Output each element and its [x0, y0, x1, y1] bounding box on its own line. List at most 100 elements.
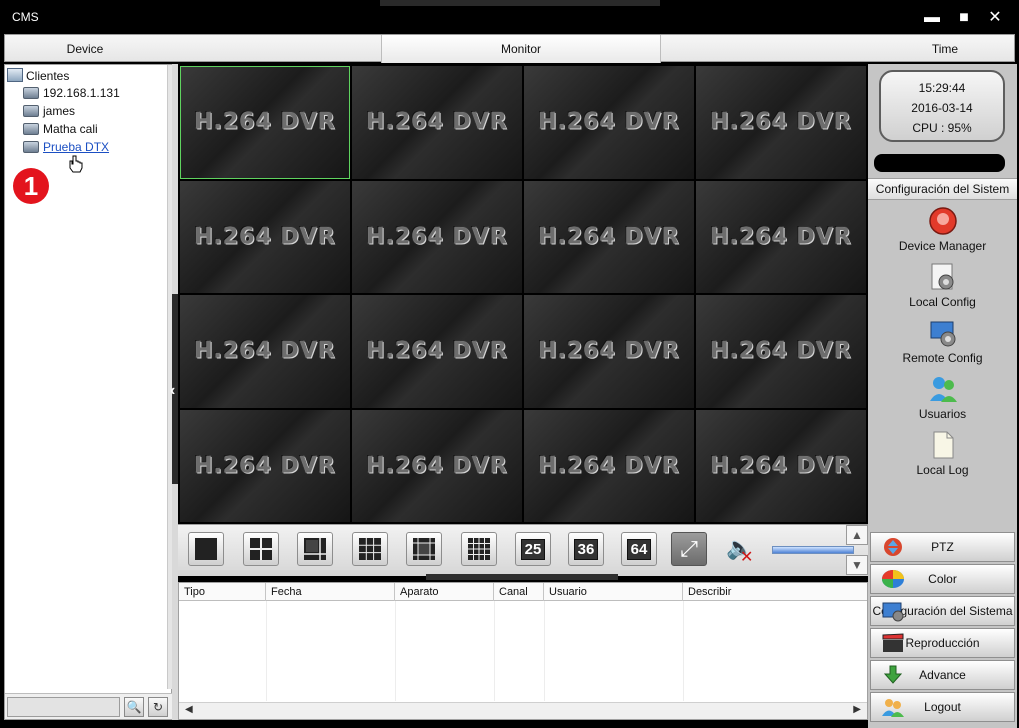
status-date: 2016-03-14	[911, 101, 973, 115]
layout-9-button[interactable]	[352, 532, 388, 566]
video-channel-12[interactable]: H.264 DVR	[696, 295, 866, 408]
system-config-button[interactable]: Configuración del Sistema	[870, 596, 1015, 626]
scroll-left-icon[interactable]: ◀	[185, 704, 193, 715]
collapse-arrow-icon[interactable]: ‹	[170, 382, 175, 400]
video-channel-5[interactable]: H.264 DVR	[180, 180, 350, 293]
color-button[interactable]: Color	[870, 564, 1015, 594]
col-canal[interactable]: Canal	[494, 583, 544, 601]
window-title: CMS	[12, 10, 39, 24]
maximize-icon[interactable]: ■	[949, 6, 979, 30]
log-header-row: Tipo Fecha Aparato Canal Usuario Describ…	[179, 583, 867, 601]
video-channel-9[interactable]: H.264 DVR	[180, 295, 350, 408]
minimize-icon[interactable]: ▬	[917, 6, 947, 30]
tree-root[interactable]: Clientes	[7, 68, 69, 84]
local-config-item[interactable]: Local Config	[868, 262, 1017, 309]
scroll-up-button[interactable]: ▲	[846, 525, 868, 545]
col-describir[interactable]: Describir	[683, 583, 867, 601]
log-horizontal-scrollbar[interactable]: ◀ ▶	[179, 702, 867, 719]
log-panel-handle[interactable]	[426, 574, 618, 580]
col-tipo[interactable]: Tipo	[179, 583, 266, 601]
layout-16-button[interactable]	[461, 532, 497, 566]
layout-64-button[interactable]: 64	[621, 532, 657, 566]
device-manager-icon	[928, 207, 957, 235]
video-channel-3[interactable]: H.264 DVR	[524, 66, 694, 179]
video-channel-10[interactable]: H.264 DVR	[352, 295, 522, 408]
video-channel-6[interactable]: H.264 DVR	[352, 180, 522, 293]
device-tree: Clientes 192.168.1.131 james Matha cali …	[5, 65, 167, 689]
local-log-item[interactable]: Local Log	[868, 430, 1017, 477]
layout-25-button[interactable]: 25	[515, 532, 551, 566]
remote-config-item[interactable]: Remote Config	[868, 318, 1017, 365]
device-search-input[interactable]	[7, 697, 120, 717]
video-channel-7[interactable]: H.264 DVR	[524, 180, 694, 293]
dvr-icon	[23, 105, 39, 117]
color-icon	[882, 570, 904, 588]
video-channel-8[interactable]: H.264 DVR	[696, 180, 866, 293]
video-channel-2[interactable]: H.264 DVR	[352, 66, 522, 179]
channel-label: H.264 DVR	[194, 338, 336, 364]
ptz-button[interactable]: PTZ	[870, 532, 1015, 562]
layout-4-button[interactable]	[243, 532, 279, 566]
remote-config-label: Remote Config	[902, 351, 983, 365]
close-icon[interactable]: ✕	[980, 6, 1010, 30]
grid-13-icon	[413, 538, 435, 560]
video-channel-16[interactable]: H.264 DVR	[696, 409, 866, 522]
clapperboard-icon	[882, 633, 904, 652]
video-channel-15[interactable]: H.264 DVR	[524, 409, 694, 522]
grid-9-icon	[359, 538, 381, 560]
playback-button[interactable]: Reproducción	[870, 628, 1015, 658]
layout-6-button[interactable]	[297, 532, 333, 566]
channel-label: H.264 DVR	[710, 338, 852, 364]
layout-toolbar: 25 36 64 ⤢ 🔈 ✕ ▲ ▼	[178, 524, 868, 580]
device-manager-label: Device Manager	[898, 239, 987, 253]
scroll-down-button[interactable]: ▼	[846, 555, 868, 575]
channel-label: H.264 DVR	[710, 453, 852, 479]
fullscreen-button[interactable]: ⤢	[671, 532, 707, 566]
channel-label: H.264 DVR	[538, 109, 680, 135]
channel-label: H.264 DVR	[538, 224, 680, 250]
tab-time[interactable]: Time	[875, 35, 1015, 63]
layout-1-button[interactable]	[188, 532, 224, 566]
tab-monitor[interactable]: Monitor	[381, 35, 661, 63]
search-button[interactable]: 🔍	[124, 697, 144, 717]
system-config-header[interactable]: Configuración del Sistem	[868, 178, 1017, 200]
layout-64-label: 64	[626, 538, 652, 560]
tree-device-link[interactable]: Prueba DTX	[43, 140, 109, 154]
device-search-bar: 🔍 ↻	[5, 693, 173, 719]
event-log-table: Tipo Fecha Aparato Canal Usuario Describ…	[178, 582, 868, 720]
refresh-button[interactable]: ↻	[148, 697, 168, 717]
grid-16-icon	[468, 538, 490, 560]
col-fecha[interactable]: Fecha	[266, 583, 395, 601]
scroll-right-icon[interactable]: ▶	[853, 704, 861, 715]
advance-button[interactable]: Advance	[870, 660, 1015, 690]
video-channel-13[interactable]: H.264 DVR	[180, 409, 350, 522]
layout-36-button[interactable]: 36	[568, 532, 604, 566]
remote-config-icon	[930, 321, 955, 347]
layout-25-label: 25	[520, 538, 546, 560]
tree-device-4[interactable]: Prueba DTX	[23, 139, 109, 156]
video-channel-4[interactable]: H.264 DVR	[696, 66, 866, 179]
volume-slider[interactable]	[772, 546, 854, 554]
layout-13-button[interactable]	[406, 532, 442, 566]
local-log-label: Local Log	[916, 463, 969, 477]
mute-button[interactable]: 🔈 ✕	[726, 535, 756, 566]
col-usuario[interactable]: Usuario	[544, 583, 683, 601]
logout-button[interactable]: Logout	[870, 692, 1015, 722]
device-panel: Clientes 192.168.1.131 james Matha cali …	[4, 64, 173, 720]
usuarios-item[interactable]: Usuarios	[868, 374, 1017, 421]
col-aparato[interactable]: Aparato	[395, 583, 494, 601]
video-channel-1[interactable]: H.264 DVR	[180, 66, 350, 179]
channel-label: H.264 DVR	[366, 109, 508, 135]
tree-device-1[interactable]: 192.168.1.131	[23, 85, 120, 102]
tab-device[interactable]: Device	[5, 35, 165, 63]
tree-device-3[interactable]: Matha cali	[23, 121, 98, 138]
channel-label: H.264 DVR	[366, 453, 508, 479]
video-channel-11[interactable]: H.264 DVR	[524, 295, 694, 408]
local-log-icon	[933, 431, 953, 459]
tree-device-2[interactable]: james	[23, 103, 75, 120]
status-bar-pill	[874, 154, 1005, 172]
device-manager-item[interactable]: Device Manager	[868, 206, 1017, 253]
tree-device-label: Matha cali	[43, 122, 98, 136]
annotation-marker: 1	[13, 168, 49, 204]
video-channel-14[interactable]: H.264 DVR	[352, 409, 522, 522]
